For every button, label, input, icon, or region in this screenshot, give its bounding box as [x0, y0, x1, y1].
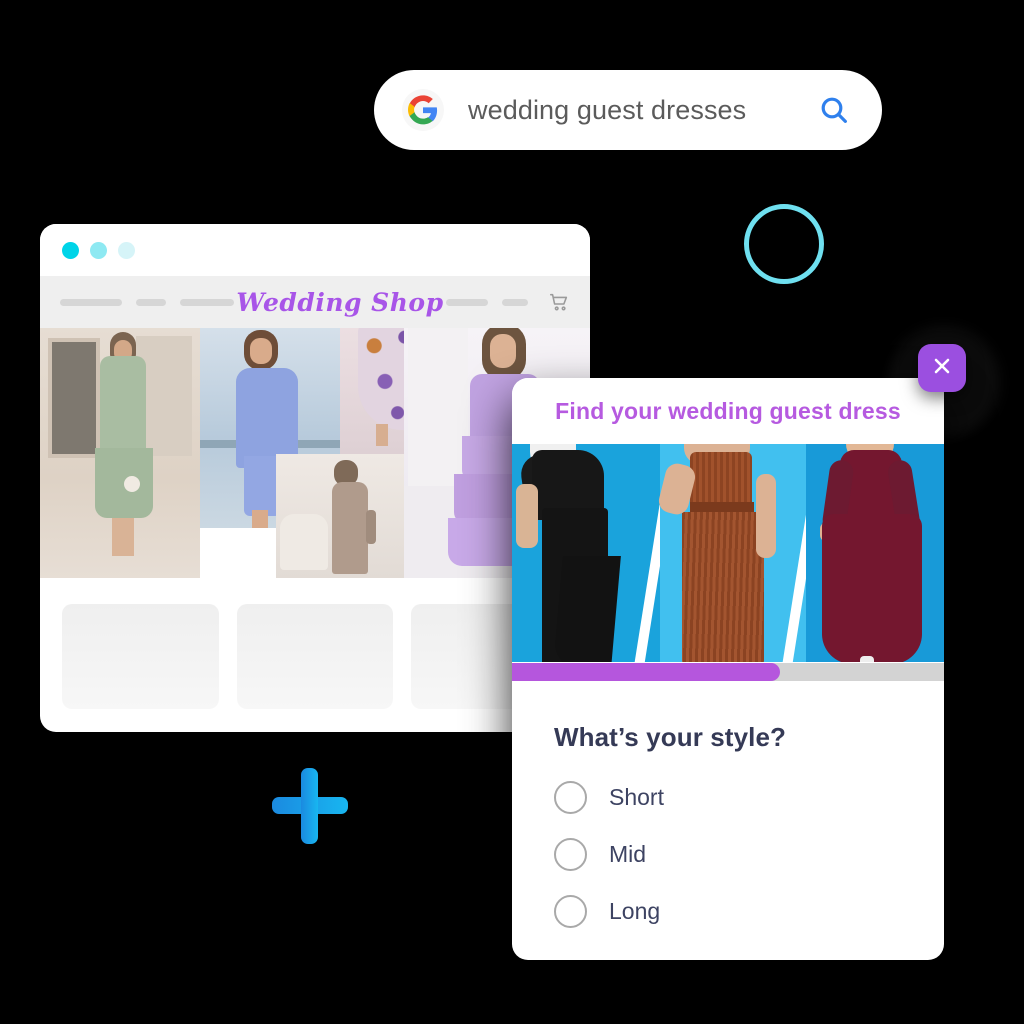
decorative-circle: [744, 204, 824, 284]
shop-navbar: Wedding Shop: [40, 276, 590, 328]
quiz-option-mid[interactable]: Mid: [554, 838, 902, 871]
popup-title: Find your wedding guest dress: [555, 397, 901, 424]
nav-placeholder[interactable]: [60, 298, 122, 306]
radio-icon[interactable]: [554, 781, 587, 814]
google-search-bar[interactable]: wedding guest dresses: [374, 70, 882, 150]
product-card-placeholder[interactable]: [236, 604, 394, 709]
shop-browser-window: Wedding Shop: [40, 224, 590, 732]
hero-rust-pleated-gown: [656, 444, 806, 662]
nav-placeholder[interactable]: [446, 298, 488, 306]
shop-brand-title: Wedding Shop: [236, 287, 444, 317]
minimize-dot[interactable]: [90, 241, 107, 259]
popup-header: Find your wedding guest dress: [512, 378, 944, 444]
browser-titlebar: [40, 224, 590, 276]
close-button[interactable]: [918, 344, 966, 392]
product-card-row: [40, 578, 590, 732]
quiz-option-short[interactable]: Short: [554, 781, 902, 814]
quiz-option-label: Short: [609, 784, 664, 810]
hero-burgundy-midi-dress: [806, 444, 944, 662]
nav-placeholder[interactable]: [180, 298, 234, 306]
radio-icon[interactable]: [554, 895, 587, 928]
quiz-option-label: Mid: [609, 841, 647, 867]
search-input[interactable]: wedding guest dresses: [468, 95, 814, 126]
screenshot-stage: wedding guest dresses Wedding Shop Find …: [0, 0, 1024, 1024]
hero-black-velvet-gown: [512, 444, 660, 662]
decorative-plus: [272, 768, 348, 844]
quiz-body: What’s your style? Short Mid Long: [512, 682, 944, 928]
product-card-placeholder[interactable]: [62, 604, 219, 709]
gallery-tile-taupe-satin-gown[interactable]: [276, 454, 404, 578]
popup-hero-images: [512, 444, 944, 662]
product-gallery: [40, 328, 590, 578]
nav-placeholder[interactable]: [136, 298, 166, 306]
search-icon[interactable]: [814, 90, 854, 130]
maximize-dot[interactable]: [118, 241, 135, 259]
nav-placeholder[interactable]: [502, 298, 528, 306]
gallery-tile-sage-green-midi-dress[interactable]: [40, 328, 200, 578]
quiz-progress: [512, 662, 944, 682]
progress-fill: [512, 663, 780, 681]
quiz-popup: Find your wedding guest dress What’s you…: [512, 378, 944, 960]
quiz-option-long[interactable]: Long: [554, 895, 902, 928]
google-g-icon: [402, 89, 444, 131]
progress-track: [512, 663, 944, 681]
quiz-option-label: Long: [609, 898, 661, 924]
shopping-cart-icon[interactable]: [548, 291, 570, 313]
nav-links-right: [446, 291, 570, 313]
close-dot[interactable]: [62, 241, 79, 259]
radio-icon[interactable]: [554, 838, 587, 871]
nav-links-left: [60, 298, 234, 306]
close-icon: [930, 354, 954, 383]
quiz-question: What’s your style?: [554, 722, 786, 752]
